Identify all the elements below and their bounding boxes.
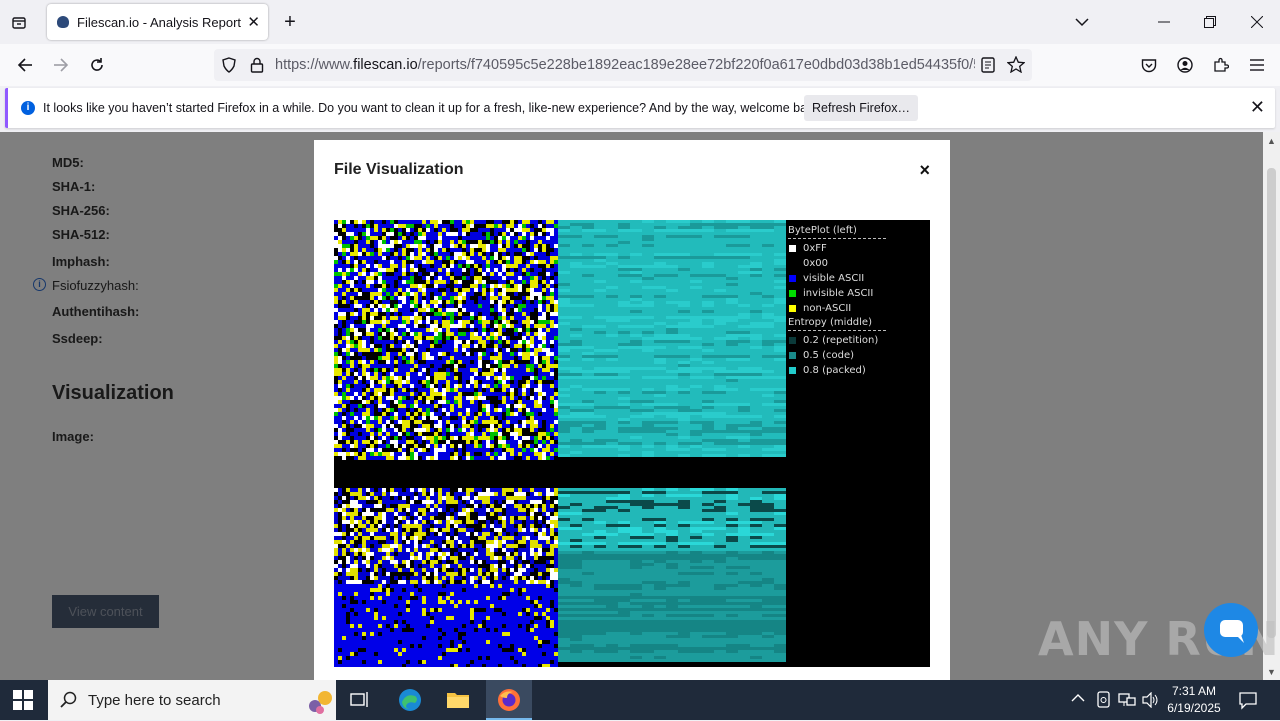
info-icon: i bbox=[21, 101, 35, 115]
tab-list-icon[interactable] bbox=[8, 12, 30, 34]
device-icon[interactable] bbox=[1096, 691, 1112, 714]
legend-byteplot-title: BytePlot (left) bbox=[788, 224, 886, 239]
firefox-taskbar-button[interactable] bbox=[486, 680, 532, 720]
lock-icon[interactable] bbox=[250, 57, 264, 78]
restore-icon[interactable] bbox=[1200, 12, 1220, 32]
visualization-legend: BytePlot (left) 0xFF 0x00 visible ASCII … bbox=[788, 224, 928, 378]
firefox-icon bbox=[497, 688, 521, 717]
reload-icon[interactable] bbox=[86, 54, 108, 76]
filescan-favicon-icon bbox=[57, 16, 69, 28]
menu-icon[interactable] bbox=[1246, 54, 1268, 76]
bookmark-star-icon[interactable] bbox=[1007, 56, 1025, 78]
file-visualization-modal: File Visualization × BytePlot (left) 0xF… bbox=[314, 140, 950, 680]
legend-swatch bbox=[789, 245, 796, 252]
legend-item: 0.2 (repetition) bbox=[788, 333, 928, 348]
taskbar-search-box[interactable]: Type here to search bbox=[48, 680, 336, 720]
chat-button[interactable] bbox=[1204, 603, 1258, 657]
file-visualization-image: BytePlot (left) 0xFF 0x00 visible ASCII … bbox=[334, 220, 930, 667]
back-icon[interactable] bbox=[14, 54, 36, 76]
chat-bubble-icon bbox=[1204, 603, 1258, 657]
legend-swatch bbox=[789, 352, 796, 359]
tab-filescan[interactable]: Filescan.io - Analysis Report for ✕ bbox=[47, 4, 268, 40]
refresh-firefox-notification: i It looks like you haven’t started Fire… bbox=[5, 88, 1275, 128]
tab-title: Filescan.io - Analysis Report for bbox=[77, 15, 241, 30]
file-explorer-icon[interactable] bbox=[446, 688, 470, 712]
navigation-toolbar: https://www.filescan.io/reports/f740595c… bbox=[0, 44, 1280, 86]
modal-close-button[interactable]: × bbox=[919, 160, 930, 181]
account-icon[interactable] bbox=[1174, 54, 1196, 76]
refresh-firefox-button[interactable]: Refresh Firefox… bbox=[804, 95, 918, 121]
windows-taskbar: Type here to search 7:31 AM 6/19/2025 bbox=[0, 680, 1280, 720]
minimize-icon[interactable] bbox=[1154, 12, 1174, 32]
legend-item: non-ASCII bbox=[788, 301, 928, 316]
page-scrollbar[interactable]: ▲ ▼ bbox=[1263, 132, 1280, 680]
clock-date: 6/19/2025 bbox=[1166, 700, 1222, 717]
volume-icon[interactable] bbox=[1142, 692, 1160, 713]
taskbar-clock[interactable]: 7:31 AM 6/19/2025 bbox=[1166, 683, 1222, 717]
new-tab-icon[interactable]: + bbox=[280, 12, 300, 32]
edge-browser-icon[interactable] bbox=[398, 688, 422, 712]
legend-item: 0.5 (code) bbox=[788, 348, 928, 363]
extensions-icon[interactable] bbox=[1210, 54, 1232, 76]
scrollbar-thumb[interactable] bbox=[1267, 168, 1276, 638]
notification-message: It looks like you haven’t started Firefo… bbox=[43, 101, 823, 115]
url-bar[interactable]: https://www.filescan.io/reports/f740595c… bbox=[214, 49, 1032, 81]
legend-item: 0.8 (packed) bbox=[788, 363, 928, 378]
search-placeholder: Type here to search bbox=[88, 692, 221, 709]
close-notification-icon[interactable]: ✕ bbox=[1250, 97, 1265, 118]
pocket-icon[interactable] bbox=[1138, 54, 1160, 76]
legend-item: 0xFF bbox=[788, 241, 928, 256]
legend-swatch bbox=[789, 367, 796, 374]
windows-start-icon[interactable] bbox=[13, 690, 33, 710]
scroll-down-icon[interactable]: ▼ bbox=[1267, 667, 1276, 677]
modal-title: File Visualization bbox=[334, 161, 464, 179]
scroll-up-icon[interactable]: ▲ bbox=[1267, 136, 1276, 146]
close-tab-icon[interactable]: ✕ bbox=[247, 13, 260, 31]
forward-icon[interactable] bbox=[50, 54, 72, 76]
reader-view-icon[interactable] bbox=[981, 57, 995, 78]
close-window-icon[interactable] bbox=[1247, 12, 1267, 32]
legend-item: invisible ASCII bbox=[788, 286, 928, 301]
show-hidden-icons-icon[interactable] bbox=[1071, 692, 1085, 706]
search-highlight-icon bbox=[303, 684, 335, 721]
network-icon[interactable] bbox=[1118, 692, 1136, 713]
legend-item: 0x00 bbox=[788, 256, 928, 271]
tracking-shield-icon[interactable] bbox=[221, 57, 237, 78]
tab-strip: Filescan.io - Analysis Report for ✕ + bbox=[0, 0, 1280, 44]
legend-swatch bbox=[789, 337, 796, 344]
legend-swatch bbox=[789, 305, 796, 312]
clock-time: 7:31 AM bbox=[1166, 683, 1222, 700]
legend-swatch bbox=[789, 290, 796, 297]
legend-swatch bbox=[789, 260, 796, 267]
legend-entropy-title: Entropy (middle) bbox=[788, 316, 886, 331]
url-text[interactable]: https://www.filescan.io/reports/f740595c… bbox=[275, 57, 975, 73]
list-all-tabs-icon[interactable] bbox=[1072, 12, 1092, 32]
notifications-icon[interactable] bbox=[1238, 690, 1258, 715]
legend-swatch bbox=[789, 275, 796, 282]
search-icon bbox=[60, 691, 78, 714]
task-view-icon[interactable] bbox=[350, 690, 370, 710]
legend-item: visible ASCII bbox=[788, 271, 928, 286]
